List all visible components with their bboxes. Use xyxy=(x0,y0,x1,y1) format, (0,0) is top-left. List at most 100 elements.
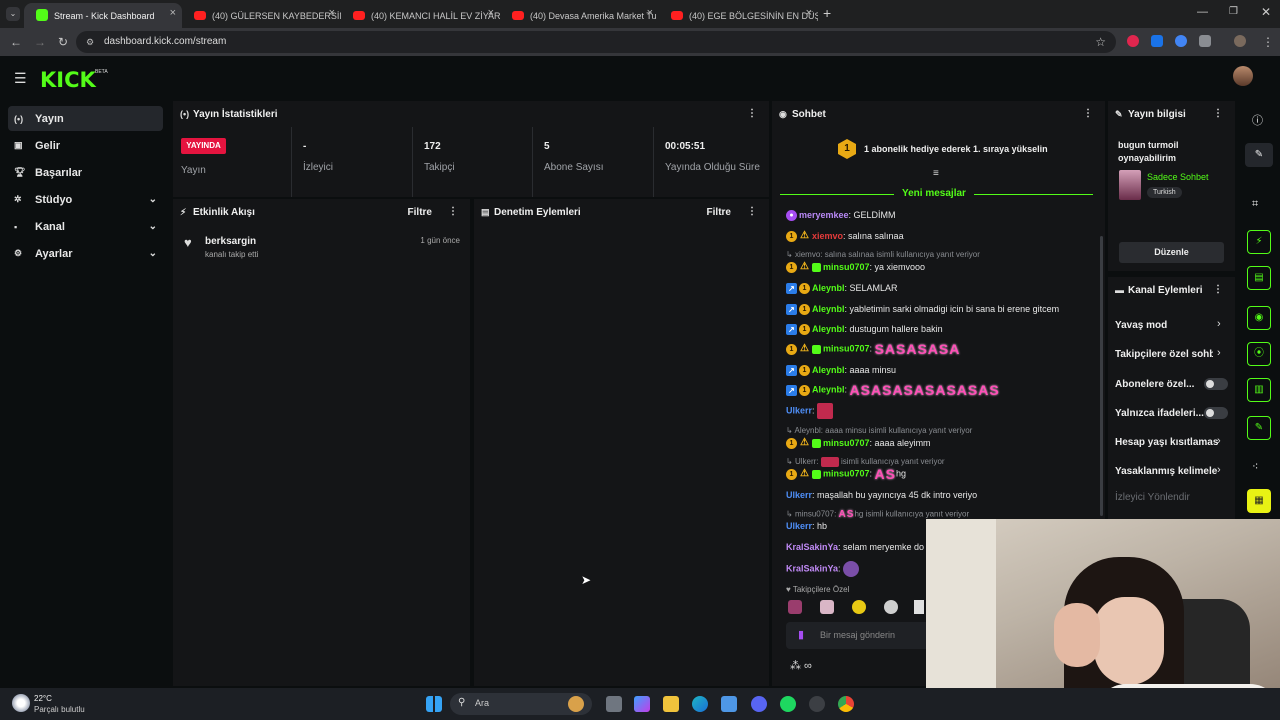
youtube-icon xyxy=(512,11,524,20)
subscribers-only-toggle[interactable] xyxy=(1204,378,1228,390)
more-options-icon[interactable]: ⋮ xyxy=(747,206,757,217)
hamburger-menu-icon[interactable]: ☰ xyxy=(14,70,27,87)
activity-filter-button[interactable]: Filtre xyxy=(408,207,432,218)
tab-youtube-4[interactable]: (40) EGE BÖLGESİNİN EN DÜŞÜ × xyxy=(659,3,818,28)
extension-translate-icon[interactable] xyxy=(1151,35,1163,47)
action-redirect-viewers[interactable]: İzleyici Yönlendir xyxy=(1115,492,1190,503)
extension-red-icon[interactable] xyxy=(1127,35,1139,47)
edit-pencil-icon[interactable]: ✎ xyxy=(1245,143,1273,167)
profile-avatar-icon[interactable] xyxy=(1234,35,1246,47)
sidebar-item-ayarlar[interactable]: ⚙ Ayarlar ⌄ xyxy=(8,241,163,266)
task-view-icon[interactable] xyxy=(606,696,622,712)
broadcast-icon: (•) xyxy=(14,113,24,124)
extension-audio-icon[interactable] xyxy=(1175,35,1187,47)
close-window-icon[interactable]: ✕ xyxy=(1261,5,1271,19)
info-icon[interactable]: ⓘ xyxy=(1252,112,1263,128)
weather-icon[interactable] xyxy=(12,694,30,712)
store-icon[interactable] xyxy=(721,696,737,712)
edge-icon[interactable] xyxy=(692,696,708,712)
emote-option[interactable] xyxy=(884,600,898,614)
wrench-rail-icon[interactable]: ✎ xyxy=(1247,416,1271,440)
clip-rail-icon[interactable]: ▦ xyxy=(1247,489,1271,513)
weather-temp[interactable]: 22°C xyxy=(34,694,52,703)
chevron-right-icon[interactable]: › xyxy=(1217,464,1221,476)
new-tab-icon[interactable]: + xyxy=(823,5,831,21)
tab-youtube-2[interactable]: (40) KEMANCI HALİL EV ZİYARE × xyxy=(341,3,500,28)
tab-search-icon[interactable]: ⌄ xyxy=(6,7,20,21)
close-icon[interactable]: × xyxy=(170,7,176,19)
action-account-age[interactable]: Hesap yaşı kısıtlamas xyxy=(1115,437,1218,448)
more-options-icon[interactable]: ⋮ xyxy=(448,206,458,217)
broadcast-rail-icon[interactable]: ⦿ xyxy=(1247,342,1271,366)
edit-button[interactable]: Düzenle xyxy=(1119,242,1224,263)
copilot-icon[interactable] xyxy=(634,696,650,712)
chrome-icon[interactable] xyxy=(838,696,854,712)
more-rail-icon[interactable]: ⁖ xyxy=(1252,460,1258,473)
file-explorer-icon[interactable] xyxy=(663,696,679,712)
user-avatar[interactable] xyxy=(1233,66,1253,86)
extensions-puzzle-icon[interactable] xyxy=(1199,35,1211,47)
minimize-icon[interactable]: — xyxy=(1197,6,1208,18)
action-banned-words[interactable]: Yasaklanmış kelimele xyxy=(1115,466,1217,477)
close-icon[interactable]: × xyxy=(647,7,653,19)
action-slow-mode[interactable]: Yavaş mod xyxy=(1115,320,1167,331)
stat-abone: 5 Abone Sayısı xyxy=(532,127,653,197)
category-link[interactable]: Sadece Sohbet xyxy=(1147,172,1209,182)
emote-option[interactable] xyxy=(914,600,924,614)
chat-settings-icon[interactable]: ⁂ ∞ xyxy=(790,659,812,672)
lightning-icon: ⚡︎ xyxy=(180,206,187,217)
document-rail-icon[interactable]: ▤ xyxy=(1247,266,1271,290)
emotes-only-toggle[interactable] xyxy=(1204,407,1228,419)
emote-option[interactable] xyxy=(820,600,834,614)
chat-scrollbar[interactable] xyxy=(1100,236,1103,516)
more-options-icon[interactable]: ⋮ xyxy=(747,108,757,119)
sidebar-item-yayin[interactable]: (•) Yayın xyxy=(8,106,163,131)
chat-input[interactable]: ▮ Bir mesaj gönderin xyxy=(786,622,926,649)
close-icon[interactable]: × xyxy=(806,7,812,19)
pinned-banner[interactable]: 1 1 abonelik hediye ederek 1. sıraya yük… xyxy=(838,139,1098,159)
more-options-icon[interactable]: ⋮ xyxy=(1213,108,1223,119)
taskbar-search[interactable]: ⚲ Ara xyxy=(450,693,592,715)
url-input[interactable]: ⚙ dashboard.kick.com/stream ☆ xyxy=(76,31,1116,53)
close-icon[interactable]: × xyxy=(488,7,494,19)
layout-rail-icon[interactable]: ▥ xyxy=(1247,378,1271,402)
restore-icon[interactable]: ❐ xyxy=(1229,6,1238,17)
reload-icon[interactable]: ↻ xyxy=(58,35,68,49)
emote-option[interactable] xyxy=(788,600,802,614)
forward-icon[interactable]: → xyxy=(34,35,46,49)
tab-youtube-3[interactable]: (40) Devasa Amerika Market Tu × xyxy=(500,3,659,28)
bookmark-star-icon[interactable]: ☆ xyxy=(1095,31,1106,53)
discord-icon[interactable] xyxy=(751,696,767,712)
log-icon: ▤ xyxy=(481,206,490,217)
action-subscribers-only[interactable]: Abonelere özel... xyxy=(1115,379,1194,390)
app-icon[interactable] xyxy=(809,696,825,712)
browser-menu-icon[interactable]: ⋮ xyxy=(1262,35,1274,49)
lightning-rail-icon[interactable]: ⚡︎ xyxy=(1247,230,1271,254)
site-info-icon[interactable]: ⚙ xyxy=(86,31,94,53)
collapse-icon[interactable]: ≡ xyxy=(933,168,939,179)
chevron-right-icon[interactable]: › xyxy=(1217,435,1221,447)
emote-option[interactable] xyxy=(852,600,866,614)
crop-icon[interactable]: ⌗ xyxy=(1252,198,1258,211)
close-icon[interactable]: × xyxy=(329,7,335,19)
back-icon[interactable]: ← xyxy=(10,35,22,49)
vip-badge-icon: ↗ xyxy=(786,304,797,316)
chevron-right-icon[interactable]: › xyxy=(1217,318,1221,330)
more-options-icon[interactable]: ⋮ xyxy=(1083,108,1093,119)
sidebar-item-studyo[interactable]: ✲ Stüdyo ⌄ xyxy=(8,187,163,212)
sidebar-item-kanal[interactable]: ▪ Kanal ⌄ xyxy=(8,214,163,239)
more-options-icon[interactable]: ⋮ xyxy=(1213,284,1223,295)
chevron-right-icon[interactable]: › xyxy=(1217,347,1221,359)
kick-logo[interactable]: KICK xyxy=(40,68,96,92)
event-user[interactable]: berksargin xyxy=(205,236,256,247)
chat-rail-icon[interactable]: ◉ xyxy=(1247,306,1271,330)
spotify-icon[interactable] xyxy=(780,696,796,712)
action-emotes-only[interactable]: Yalnızca ifadeleri... xyxy=(1115,408,1204,419)
tab-kick-dashboard[interactable]: Stream - Kick Dashboard × xyxy=(24,3,182,28)
windows-start-icon[interactable] xyxy=(426,696,442,712)
action-followers-only[interactable]: Takipçilere özel sohbe xyxy=(1115,349,1213,360)
tab-youtube-1[interactable]: (40) GÜLERSEN KAYBEDERSİN v × xyxy=(182,3,341,28)
sidebar-item-basarilar[interactable]: 🏆︎ Başarılar xyxy=(8,160,163,185)
sidebar-item-gelir[interactable]: ▣ Gelir xyxy=(8,133,163,158)
moderation-filter-button[interactable]: Filtre xyxy=(707,207,731,218)
